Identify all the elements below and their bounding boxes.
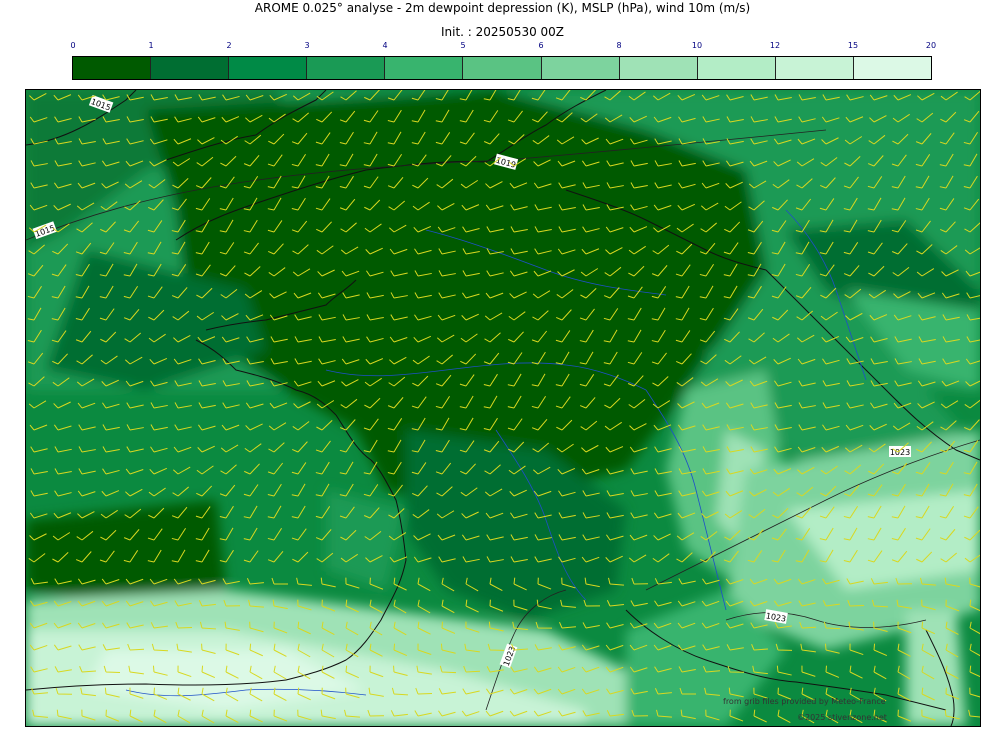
- colorbar-tick-label: 0: [70, 41, 76, 50]
- colorbar-tick-label: 3: [304, 41, 310, 50]
- colorbar-tick-label: 10: [691, 41, 703, 50]
- colorbar-segment: [151, 57, 230, 79]
- colorbar-segment: [73, 57, 152, 79]
- colorbar-tick-label: 4: [382, 41, 388, 50]
- colorbar-tick-label: 12: [769, 41, 781, 50]
- colorbar-tick-label: 15: [847, 41, 859, 50]
- colorbar-tick-label: 8: [616, 41, 622, 50]
- colorbar-tick-label: 2: [226, 41, 232, 50]
- weather-map: 1015 1019 1015 1023 1023 1023: [25, 89, 981, 727]
- colorbar-segment: [463, 57, 542, 79]
- colorbar-segment: [541, 57, 620, 79]
- colorbar-segment: [853, 57, 932, 79]
- colorbar-tick-label: 20: [925, 41, 937, 50]
- init-time: Init. : 20250530 00Z: [440, 25, 565, 39]
- colorbar-segment: [307, 57, 386, 79]
- copyright-credit: ©2025 stivenzone.net: [797, 713, 887, 722]
- colorbar-tick-label: 1: [148, 41, 154, 50]
- colorbar-segment: [619, 57, 698, 79]
- chart-title: AROME 0.025° analyse - 2m dewpoint depre…: [254, 1, 751, 15]
- colorbar-segment: [385, 57, 464, 79]
- data-source-credit: from grib files provided by Meteo-France: [723, 697, 886, 706]
- colorbar-tick-label: 5: [460, 41, 466, 50]
- colorbar-segment: [697, 57, 776, 79]
- colorbar-segment: [229, 57, 308, 79]
- colorbar-segment: [775, 57, 854, 79]
- map-canvas: 1015 1019 1015 1023 1023 1023: [26, 90, 980, 726]
- colorbar-tick-label: 6: [538, 41, 544, 50]
- colorbar: [72, 56, 932, 80]
